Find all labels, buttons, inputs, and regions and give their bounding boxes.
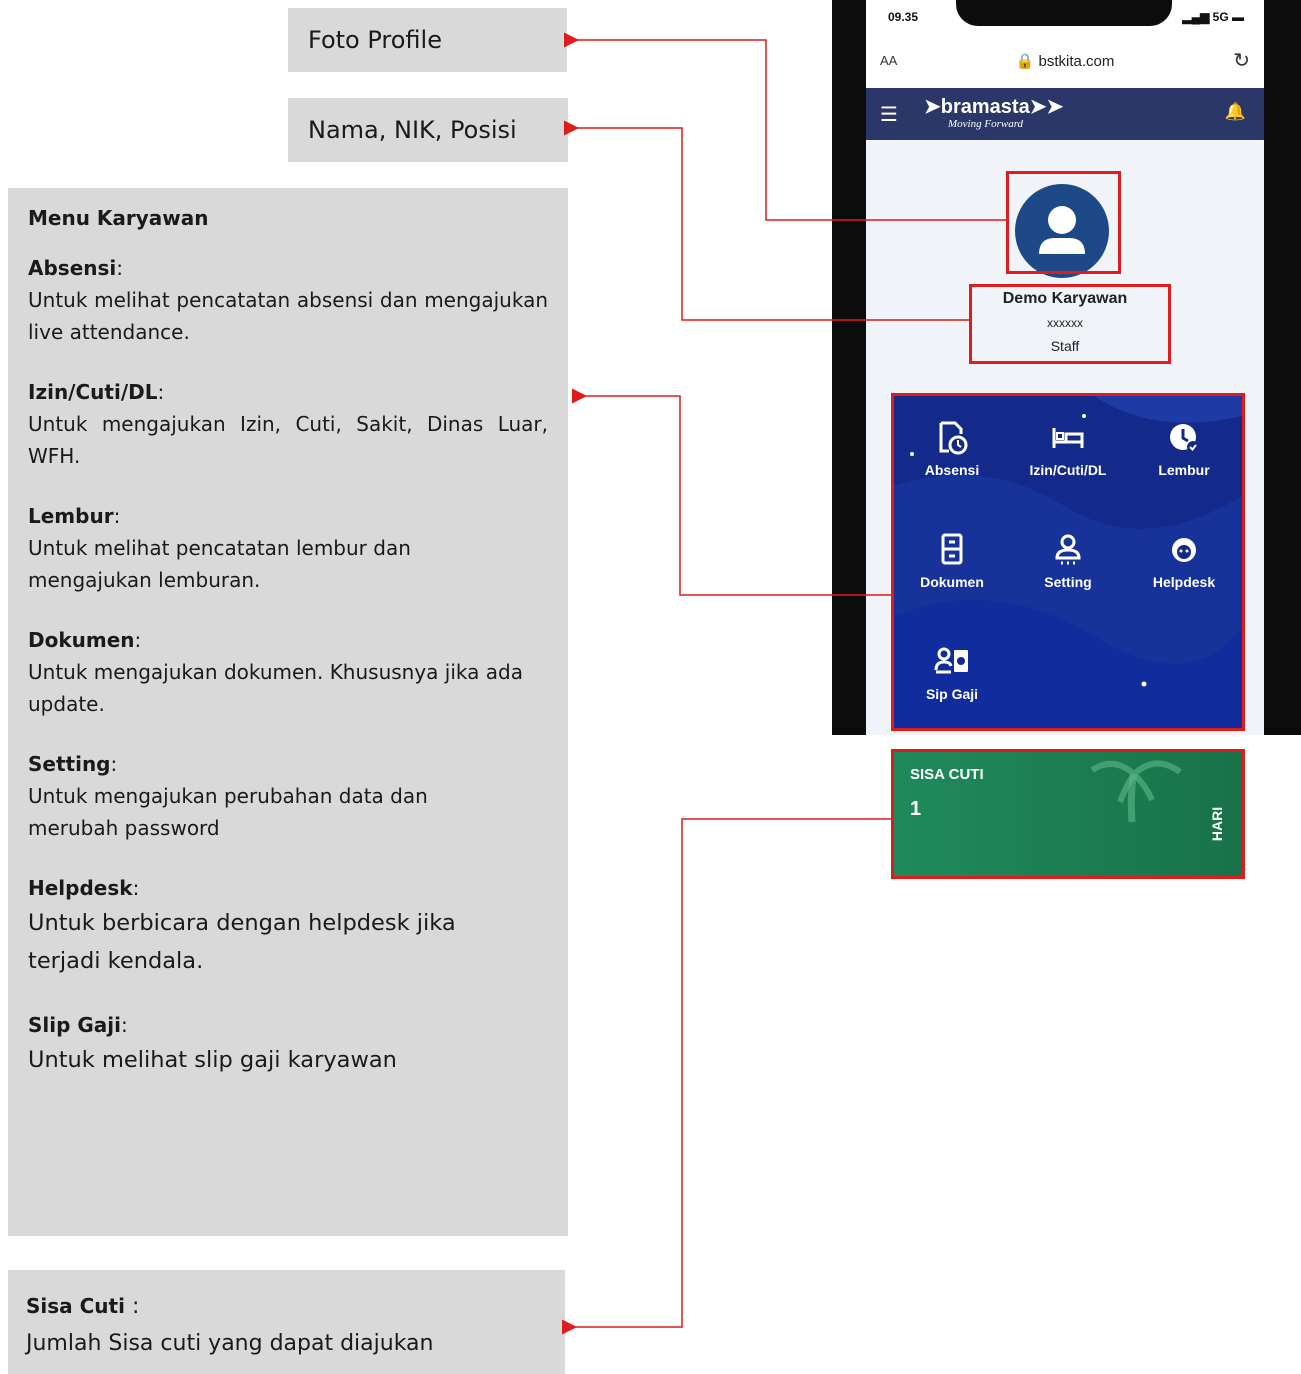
callout-item-title: Absensi [28, 256, 117, 280]
callout-item-title: Slip Gaji [28, 1012, 122, 1037]
lock-icon: 🔒 [1015, 53, 1035, 70]
callout-foto-profile: Foto Profile [288, 8, 567, 72]
callout-item-title: Helpdesk [28, 876, 133, 900]
hamburger-menu-icon[interactable]: ☰ [880, 102, 898, 126]
signal-icon: ▂▄▆ 5G ▬ [1182, 10, 1244, 24]
callout-item-title: Lembur [28, 504, 114, 528]
callout-item-izin: Izin/Cuti/DL: Untuk mengajukan Izin, Cut… [28, 376, 548, 472]
callout-foto-text: Foto Profile [308, 26, 442, 54]
callout-nama-text: Nama, NIK, Posisi [308, 116, 517, 144]
callout-sisa-desc: Jumlah Sisa cuti yang dapat diajukan [26, 1331, 434, 1357]
highlight-menu [891, 393, 1245, 731]
status-time: 09.35 [888, 10, 919, 24]
callout-item-setting: Setting: Untuk mengajukan perubahan data… [28, 748, 548, 844]
phone-notch [956, 0, 1172, 26]
status-bar: 09.35 ▂▄▆ 5G ▬ [866, 0, 1264, 40]
highlight-foto [1006, 171, 1121, 274]
url-text: bstkita.com [1038, 53, 1115, 70]
callout-item-title: Setting [28, 752, 111, 776]
callout-item-desc: Untuk melihat slip gaji karyawan [28, 1046, 397, 1073]
browser-url-bar[interactable]: AA 🔒 bstkita.com ↻ [866, 40, 1264, 88]
reload-icon[interactable]: ↻ [1233, 48, 1250, 72]
callout-item-helpdesk: Helpdesk: Untuk berbicara dengan helpdes… [28, 872, 548, 981]
callout-menu-karyawan: Menu Karyawan Absensi: Untuk melihat pen… [8, 188, 568, 1236]
callout-sisa-cuti: Sisa Cuti : Jumlah Sisa cuti yang dapat … [8, 1270, 565, 1374]
network-type: 5G [1212, 10, 1229, 24]
notification-bell-icon[interactable]: 🔔 [1225, 102, 1246, 122]
callout-item-title: Izin/Cuti/DL [28, 380, 158, 404]
callout-item-lembur: Lembur: Untuk melihat pencatatan lembur … [28, 500, 548, 596]
callout-item-desc: Untuk mengajukan dokumen. Khususnya jika… [28, 660, 523, 716]
callout-item-absensi: Absensi: Untuk melihat pencatatan absens… [28, 252, 548, 348]
highlight-profile-info [969, 284, 1171, 364]
app-header: ☰ ➤bramasta➤➤ Moving Forward 🔔 [866, 88, 1264, 140]
url-field[interactable]: 🔒 bstkita.com [866, 52, 1264, 70]
highlight-sisa-cuti [891, 749, 1245, 879]
callout-item-desc: Untuk berbicara dengan helpdesk jika ter… [28, 910, 456, 975]
brand-logo: ➤bramasta➤➤ [924, 96, 1064, 118]
callout-nama-nik-posisi: Nama, NIK, Posisi [288, 98, 568, 162]
callout-item-desc: Untuk mengajukan perubahan data dan meru… [28, 784, 428, 840]
callout-item-title: Dokumen [28, 628, 135, 652]
brand-tagline: Moving Forward [948, 118, 1024, 130]
callout-item-slip-gaji: Slip Gaji: Untuk melihat slip gaji karya… [28, 1009, 548, 1079]
callout-item-dokumen: Dokumen: Untuk mengajukan dokumen. Khusu… [28, 624, 548, 720]
callout-sisa-title: Sisa Cuti [26, 1294, 125, 1318]
callout-item-desc: Untuk melihat pencatatan absensi dan men… [28, 288, 548, 344]
callout-menu-heading: Menu Karyawan [28, 206, 209, 230]
callout-item-desc: Untuk mengajukan Izin, Cuti, Sakit, Dina… [28, 412, 548, 468]
arrow-sisa [562, 818, 891, 1335]
callout-item-desc: Untuk melihat pencatatan lembur dan meng… [28, 536, 411, 592]
